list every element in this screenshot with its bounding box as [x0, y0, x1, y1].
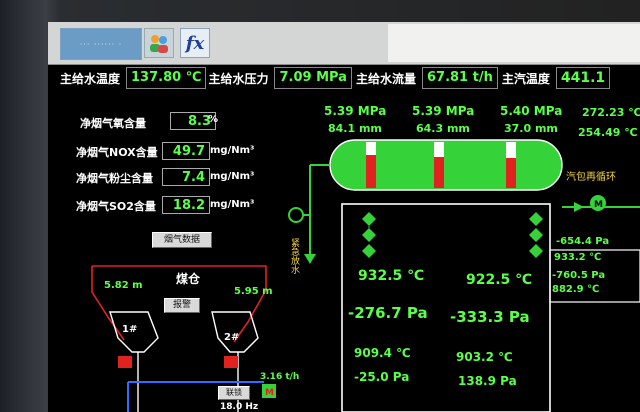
furnace-pressure2-right: 138.9 Pa [458, 374, 517, 388]
furnace-pressure2-left: -25.0 Pa [354, 370, 410, 384]
coal-level-right: 5.95 m [234, 286, 273, 297]
furnace-temp-left: 932.5 ℃ [358, 268, 425, 284]
hopper-1-label: 1# [122, 324, 138, 335]
drain-valve-icon [288, 207, 304, 223]
process-diagram: M M [91, 139, 640, 412]
furnace-temp2-right: 903.2 ℃ [456, 350, 513, 364]
drum-level-3: 37.0 mm [504, 122, 558, 135]
recirc-label: 汽包再循环 [566, 172, 616, 183]
side-pressure-1: -654.4 Pa [556, 236, 610, 247]
burner-column-right [529, 212, 543, 258]
furnace-pressure-left: -276.7 Pa [348, 304, 428, 322]
feeder-frequency: 18.0 Hz [220, 402, 259, 412]
side-pressure-2: -760.5 Pa [552, 270, 606, 281]
emergency-drain-label: 紧急放水 [289, 238, 299, 274]
steam-temp-right-2: 254.49 ℃ [578, 126, 638, 139]
drum-gauge-1-level [366, 155, 376, 188]
side-temp-2: 882.9 ℃ [552, 284, 600, 295]
drum-pressure-3: 5.40 MPa [500, 104, 563, 118]
furnace-temp2-left: 909.4 ℃ [354, 346, 411, 360]
furnace-pressure-right: -333.3 Pa [450, 308, 530, 326]
drum-pressure-2: 5.39 MPa [412, 104, 475, 118]
coal-valve-2 [224, 356, 238, 368]
scada-screen: ··· ······ · fx 主给水温度 137.80 ℃ 主给水压力 7.0… [48, 22, 640, 412]
recirc-motor-glyph: M [594, 200, 603, 210]
drum-level-2: 64.3 mm [416, 122, 470, 135]
furnace-temp-right: 922.5 ℃ [466, 272, 533, 288]
feeder-motor-glyph: M [265, 388, 274, 398]
coal-bunker-title: 煤仓 [176, 272, 201, 286]
drum-gauge-3-level [506, 158, 516, 188]
coal-level-left: 5.82 m [104, 280, 143, 291]
steam-temp-right-1: 272.23 ℃ [582, 106, 640, 119]
side-temp-1: 933.2 ℃ [554, 252, 602, 263]
steam-drum [329, 139, 563, 191]
burner-column-left [362, 212, 376, 258]
coal-flow-value: 3.16 t/h [260, 372, 300, 382]
drain-arrow [304, 254, 316, 264]
coal-valve-1 [118, 356, 132, 368]
alarm-button[interactable]: 报警 [164, 298, 200, 313]
hopper-2-label: 2# [224, 332, 240, 343]
drum-gauge-2-level [434, 157, 444, 188]
drum-pressure-1: 5.39 MPa [324, 104, 387, 118]
interlock-button[interactable]: 联锁 [218, 386, 250, 400]
recirc-arrow [574, 202, 584, 212]
drum-level-1: 84.1 mm [328, 122, 382, 135]
